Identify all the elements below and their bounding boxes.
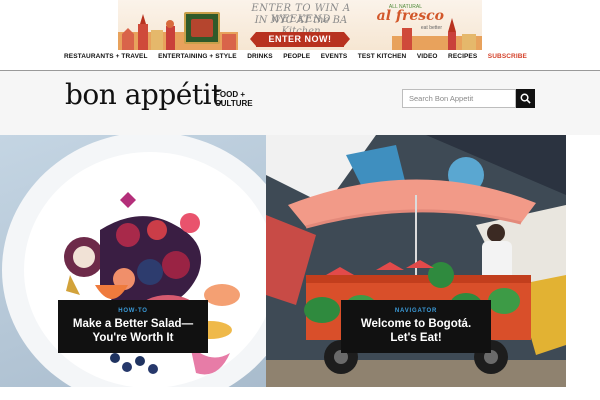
site-tagline: FOOD + CULTURE xyxy=(215,90,253,108)
hero-card-bogota[interactable]: NAVIGATOR Welcome to Bogotá. Let's Eat! xyxy=(266,135,566,387)
city-skyline-illustration-right xyxy=(392,18,482,50)
enter-now-button[interactable]: ENTER NOW! xyxy=(250,32,350,47)
nav-item-events[interactable]: EVENTS xyxy=(321,53,348,60)
card-caption[interactable]: NAVIGATOR Welcome to Bogotá. Let's Eat! xyxy=(341,300,491,353)
site-logo[interactable]: bon appétit xyxy=(65,78,222,111)
search-input[interactable] xyxy=(402,89,516,108)
card-headline[interactable]: Welcome to Bogotá. Let's Eat! xyxy=(341,317,491,345)
product-package-image xyxy=(184,12,220,44)
search-button[interactable] xyxy=(516,89,535,108)
nav-item-recipes[interactable]: RECIPES xyxy=(448,53,477,60)
nav-item-subscribe[interactable]: SUBSCRIBE xyxy=(488,53,527,60)
nav-item-people[interactable]: PEOPLE xyxy=(283,53,310,60)
nav-item-entertaining-style[interactable]: ENTERTAINING + STYLE xyxy=(158,53,237,60)
nav-item-video[interactable]: VIDEO xyxy=(417,53,438,60)
masthead: bon appétit FOOD + CULTURE xyxy=(0,71,600,135)
card-category-tag[interactable]: NAVIGATOR xyxy=(341,308,491,314)
search-box xyxy=(402,89,535,108)
city-skyline-illustration xyxy=(118,14,238,50)
tagline-line-2: CULTURE xyxy=(215,99,253,108)
ad-banner[interactable]: ENTER TO WIN A WEEKEND IN NYC AT the BA … xyxy=(118,0,482,50)
card-headline[interactable]: Make a Better Salad— You're Worth It xyxy=(58,317,208,345)
search-icon xyxy=(520,93,531,104)
card-category-tag[interactable]: HOW-TO xyxy=(58,308,208,314)
nav-item-drinks[interactable]: DRINKS xyxy=(247,53,273,60)
nav-item-test-kitchen[interactable]: TEST KITCHEN xyxy=(358,53,407,60)
main-nav: RESTAURANTS + TRAVEL ENTERTAINING + STYL… xyxy=(64,53,537,60)
nav-item-restaurants-travel[interactable]: RESTAURANTS + TRAVEL xyxy=(64,53,148,60)
card-caption[interactable]: HOW-TO Make a Better Salad— You're Worth… xyxy=(58,300,208,353)
tagline-line-1: FOOD + xyxy=(215,90,246,99)
hero-card-salad[interactable]: HOW-TO Make a Better Salad— You're Worth… xyxy=(0,135,266,387)
